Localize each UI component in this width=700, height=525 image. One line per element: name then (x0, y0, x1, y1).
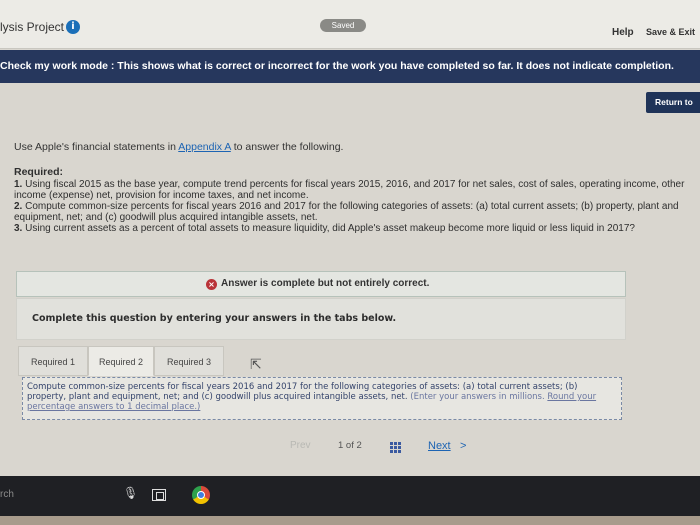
help-link[interactable]: Help (612, 27, 634, 38)
complete-question-text: Complete this question by entering your … (32, 313, 397, 324)
question-panel: Compute common-size percents for fiscal … (22, 377, 622, 420)
banner-text: Check my work mode : This shows what is … (0, 60, 674, 72)
grid-icon[interactable] (390, 442, 402, 454)
check-work-banner: Check my work mode : This shows what is … (0, 50, 700, 83)
chevron-right-icon[interactable]: > (460, 440, 466, 452)
desk-edge (0, 516, 700, 525)
appendix-link[interactable]: Appendix A (178, 141, 231, 153)
top-toolbar: lysis Project i Saved Help Save & Exit (0, 0, 700, 49)
mouse-cursor-icon: ⇱ (250, 356, 262, 372)
required-section: Required: 1. Using fiscal 2015 as the ba… (14, 166, 686, 235)
instructions: Use Apple's financial statements in Appe… (14, 141, 679, 153)
info-icon[interactable]: i (66, 20, 80, 34)
os-taskbar: rch 🎙 (0, 476, 700, 516)
microphone-icon[interactable]: 🎙 (123, 486, 138, 502)
tab-required-3[interactable]: Required 3 (154, 346, 224, 376)
chrome-icon[interactable] (192, 486, 210, 504)
required-item: 2. Compute common-size percents for fisc… (14, 201, 686, 223)
required-item-text: Compute common-size percents for fiscal … (14, 201, 679, 223)
required-item: 1. Using fiscal 2015 as the base year, c… (14, 179, 686, 201)
answer-status-text: Answer is complete but not entirely corr… (221, 278, 430, 289)
question-hint: (Enter your answers in millions. (410, 392, 545, 402)
task-view-icon[interactable] (152, 489, 166, 501)
tab-required-2[interactable]: Required 2 (88, 346, 154, 376)
page-indicator: 1 of 2 (338, 440, 362, 451)
save-exit-button[interactable]: Save & Exit (646, 27, 695, 37)
required-title: Required: (14, 166, 64, 178)
required-item-text: Using fiscal 2015 as the base year, comp… (14, 179, 685, 201)
prev-button[interactable]: Prev (290, 440, 311, 451)
saved-indicator: Saved (320, 19, 366, 32)
x-circle-icon: × (206, 279, 217, 290)
complete-question-box: Complete this question by entering your … (16, 298, 626, 340)
required-item-text: Using current assets as a percent of tot… (22, 223, 635, 234)
instructions-pre: Use Apple's financial statements in (14, 141, 179, 153)
required-item: 3. Using current assets as a percent of … (14, 223, 686, 234)
tab-required-1[interactable]: Required 1 (18, 346, 88, 376)
taskbar-search[interactable]: rch (0, 489, 14, 500)
instructions-post: to answer the following. (230, 141, 344, 153)
next-button[interactable]: Next (428, 440, 451, 452)
app-title: lysis Project (0, 20, 65, 34)
return-button[interactable]: Return to (646, 92, 700, 113)
answer-status-box: × Answer is complete but not entirely co… (16, 271, 626, 297)
